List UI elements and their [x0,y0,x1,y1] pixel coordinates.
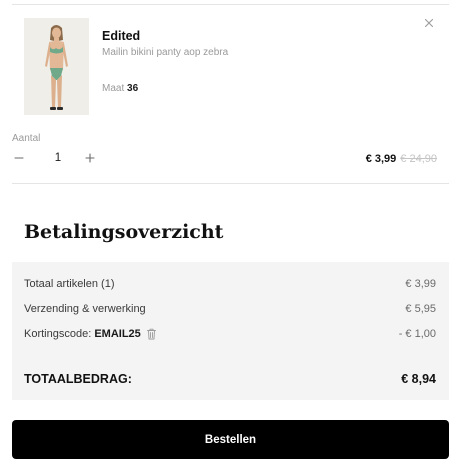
product-name[interactable]: Mailin bikini panty aop zebra [102,47,228,58]
remove-item-button[interactable] [422,16,436,30]
product-image[interactable] [24,18,89,115]
size-label: Maat [102,83,125,94]
quantity-value[interactable]: 1 [50,152,66,164]
product-size: Maat 36 [102,83,138,94]
quantity-decrease-button[interactable] [12,150,28,166]
order-button[interactable]: Bestellen [12,420,449,459]
summary-row-shipping: Verzending & verwerking € 5,95 [24,303,436,315]
item-price: € 3,99 € 24,90 [366,153,437,165]
summary-value: € 3,99 [405,278,436,290]
quantity-label: Aantal [12,133,41,144]
summary-label: Verzending & verwerking [24,303,146,315]
total-label: TOTAALBEDRAG: [24,372,132,386]
model-photo [24,18,89,115]
trash-icon [146,328,156,340]
top-divider [12,4,449,5]
product-brand: Edited [102,29,141,43]
summary-value: € 5,95 [405,303,436,315]
discount-label-group: Kortingscode: EMAIL25 [24,328,157,340]
plus-icon [85,153,95,163]
summary-row-discount: Kortingscode: EMAIL25 - € 1,00 [24,328,436,340]
payment-summary: Totaal artikelen (1) € 3,99 Verzending &… [12,262,449,400]
summary-label: Kortingscode: [24,328,92,340]
discount-code: EMAIL25 [94,328,141,340]
section-divider [12,183,449,184]
remove-discount-button[interactable] [146,328,157,340]
summary-total: TOTAALBEDRAG: € 8,94 [24,372,436,386]
quantity-increase-button[interactable] [82,150,98,166]
summary-value: - € 1,00 [398,328,436,340]
price-original: € 24,90 [400,153,437,165]
size-value: 36 [127,83,139,94]
total-value: € 8,94 [401,372,436,386]
close-icon [424,18,434,28]
summary-row-items: Totaal artikelen (1) € 3,99 [24,278,436,290]
summary-label: Totaal artikelen (1) [24,278,115,290]
summary-title: Betalingsoverzicht [24,221,224,243]
minus-icon [14,157,24,159]
price-current: € 3,99 [365,153,397,165]
